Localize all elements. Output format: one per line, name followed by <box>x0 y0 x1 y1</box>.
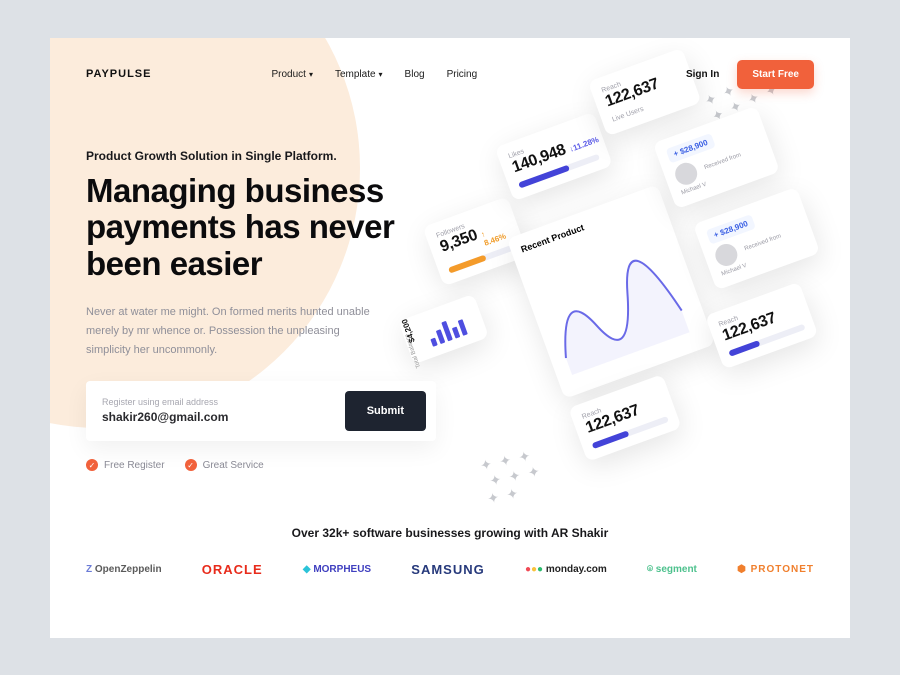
social-proof-title: Over 32k+ software businesses growing wi… <box>50 526 850 540</box>
signin-link[interactable]: Sign In <box>686 69 719 80</box>
sparkle-icon: ✦ ✦ ✦ ✦ ✦ ✦✦ ✦ <box>479 445 547 507</box>
badge-label: Free Register <box>104 460 165 471</box>
logo-morpheus: ◆ MORPHEUS <box>303 564 371 575</box>
email-input[interactable] <box>102 410 345 424</box>
nav-pricing[interactable]: Pricing <box>447 69 478 80</box>
avatar-icon <box>712 240 740 268</box>
start-free-button[interactable]: Start Free <box>737 60 814 89</box>
check-icon: ✓ <box>86 459 98 471</box>
nav: Product ▾ Template ▾ Blog Pricing <box>271 69 477 80</box>
transfer-amount: + $28,900 <box>666 133 716 163</box>
badge-free-register: ✓ Free Register <box>86 459 165 471</box>
nav-template[interactable]: Template ▾ <box>335 69 383 80</box>
transfer-card: + $28,900 Received from Michael V <box>653 105 780 208</box>
chevron-down-icon: ▾ <box>379 70 383 79</box>
hero-subtext: Never at water me might. On formed merit… <box>86 303 386 359</box>
logo-openzeppelin: Z OpenZeppelin <box>86 564 162 575</box>
logo-oracle: ORACLE <box>202 562 263 577</box>
nav-blog[interactable]: Blog <box>405 69 425 80</box>
badge-label: Great Service <box>203 460 264 471</box>
avatar-icon <box>672 159 700 187</box>
submit-button[interactable]: Submit <box>345 391 426 431</box>
chevron-down-icon: ▾ <box>309 70 313 79</box>
logo[interactable]: PAYPULSE <box>86 68 151 80</box>
social-proof: Over 32k+ software businesses growing wi… <box>50 526 850 577</box>
logo-segment: ⌾ segment <box>647 564 697 575</box>
hero: Product Growth Solution in Single Platfo… <box>50 89 460 472</box>
logo-samsung: SAMSUNG <box>411 562 484 577</box>
badge-great-service: ✓ Great Service <box>185 459 264 471</box>
hero-headline: Managing business payments has never bee… <box>86 173 460 284</box>
nav-label: Blog <box>405 69 425 80</box>
chart-card-recent-product: Recent Product <box>507 184 715 398</box>
hero-badges: ✓ Free Register ✓ Great Service <box>86 459 460 471</box>
hero-kicker: Product Growth Solution in Single Platfo… <box>86 149 460 163</box>
nav-label: Product <box>271 69 305 80</box>
signup-label: Register using email address <box>102 397 345 407</box>
stat-card-likes: Likes 140,948 ↓11.28% <box>495 111 613 200</box>
check-icon: ✓ <box>185 459 197 471</box>
logo-protonet: ⬢ PROTONET <box>737 564 814 575</box>
nav-label: Template <box>335 69 376 80</box>
stat-card-reach: Reach 122,637 <box>705 281 818 369</box>
transfer-card: + $28,900 Received from Michael V <box>693 186 820 289</box>
signup-card: Register using email address Submit <box>86 381 436 441</box>
logo-row: Z OpenZeppelin ORACLE ◆ MORPHEUS SAMSUNG… <box>86 562 814 577</box>
nav-product[interactable]: Product ▾ <box>271 69 312 80</box>
stat-change: ↓11.28% <box>568 134 600 153</box>
transfer-amount: + $28,900 <box>706 214 756 244</box>
header-right: Sign In Start Free <box>686 60 814 89</box>
header: PAYPULSE Product ▾ Template ▾ Blog Prici… <box>50 38 850 89</box>
stat-change: ↑ 8.46% <box>480 221 512 247</box>
logo-monday: ●●● monday.com <box>525 564 607 575</box>
nav-label: Pricing <box>447 69 478 80</box>
